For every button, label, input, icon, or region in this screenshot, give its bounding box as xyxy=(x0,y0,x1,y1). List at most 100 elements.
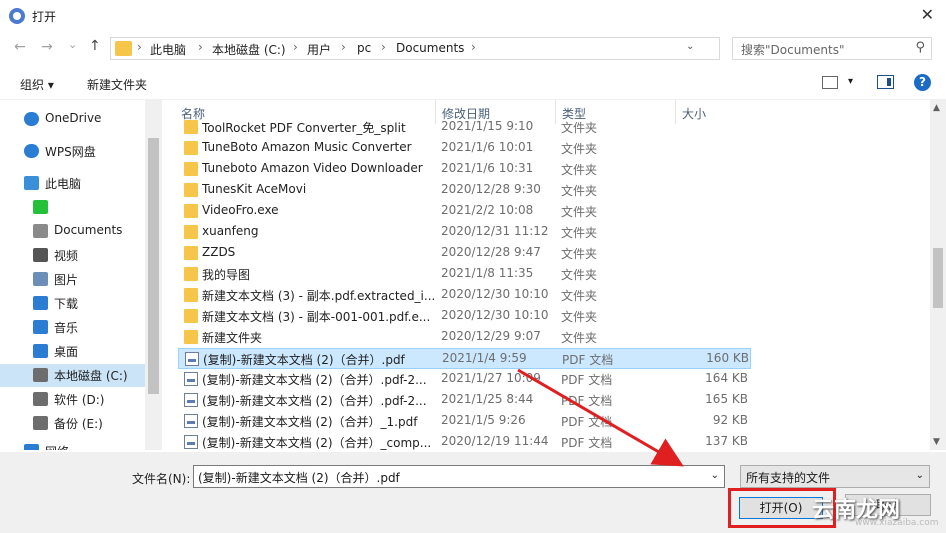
file-type: 文件夹 xyxy=(561,226,598,240)
sidebar-item-computer[interactable]: 此电脑 xyxy=(0,172,145,195)
file-row[interactable]: 我的导图 2021/1/8 11:35 文件夹 xyxy=(178,264,751,285)
pdf-file-icon xyxy=(185,352,199,366)
file-row[interactable]: ToolRocket PDF Converter_免_split 2021/1/1… xyxy=(178,117,751,138)
sidebar-item-network[interactable]: 网络 xyxy=(0,440,145,450)
sidebar-item-cloud[interactable]: OneDrive xyxy=(0,108,145,131)
sidebar-item-green-app[interactable] xyxy=(0,196,145,219)
sidebar-item-label: 此电脑 xyxy=(45,177,82,191)
open-button[interactable]: 打开(O) xyxy=(739,497,823,519)
help-icon[interactable]: ? xyxy=(914,74,931,91)
breadcrumb-separator[interactable]: › xyxy=(341,40,346,54)
file-type: 文件夹 xyxy=(561,184,598,198)
file-type-dropdown[interactable]: ⌄ xyxy=(916,470,924,481)
sidebar-item-wps-cloud[interactable]: WPS网盘 xyxy=(0,140,145,163)
file-row[interactable]: TunesKit AceMovi 2020/12/28 9:30 文件夹 xyxy=(178,180,751,201)
breadcrumb-separator[interactable]: › xyxy=(293,40,298,54)
filename-label: 文件名(N): xyxy=(132,472,191,486)
file-row[interactable]: 新建文本文档 (3) - 副本-001-001.pdf.e... 2020/12/… xyxy=(178,306,751,327)
file-name: 我的导图 xyxy=(202,268,251,282)
address-bar[interactable]: › 此电脑 › 本地磁盘 (C:) › 用户 › pc › Documents … xyxy=(110,37,819,60)
file-list-scrollbar[interactable]: ▲ ▼ xyxy=(930,100,946,450)
search-box[interactable]: 搜索"Documents" ⚲ xyxy=(732,37,932,60)
recent-locations-button[interactable]: ⌄ xyxy=(68,38,77,51)
sidebar-item-pictures[interactable]: 图片 xyxy=(0,268,145,291)
view-options-icon[interactable] xyxy=(822,76,838,89)
file-row[interactable]: xuanfeng 2020/12/31 11:12 文件夹 xyxy=(178,222,751,243)
sidebar-item-download[interactable]: 下载 xyxy=(0,292,145,315)
sidebar-item-label: 备份 (E:) xyxy=(54,417,103,431)
up-button[interactable]: ↑ xyxy=(89,38,101,54)
sidebar-item-drive[interactable]: 备份 (E:) xyxy=(0,412,145,435)
file-type-value[interactable]: 所有支持的文件 xyxy=(746,469,830,486)
sidebar-item-video[interactable]: 视频 xyxy=(0,244,145,267)
breadcrumb-separator[interactable]: › xyxy=(137,40,142,54)
file-row[interactable]: 新建文本文档 (3) - 副本.pdf.extracted_i... 2020/1… xyxy=(178,285,751,306)
file-row[interactable]: (复制)-新建文本文档 (2)（合并）.pdf 2021/1/4 9:59 PDF … xyxy=(178,348,751,369)
nav-scrollbar-thumb[interactable] xyxy=(148,138,159,394)
sidebar-item-drive-c[interactable]: 本地磁盘 (C:) xyxy=(0,364,145,387)
search-icon[interactable]: ⚲ xyxy=(915,40,925,55)
breadcrumb-local-disk[interactable]: 本地磁盘 (C:) xyxy=(212,41,286,58)
breadcrumb-users[interactable]: 用户 xyxy=(307,41,331,58)
back-button[interactable]: ← xyxy=(14,39,26,55)
view-dropdown[interactable]: ▾ xyxy=(848,76,853,87)
title-bar: 打开 ✕ xyxy=(0,0,946,32)
sort-caret-icon: ^ xyxy=(301,100,310,106)
file-row[interactable]: (复制)-新建文本文档 (2)（合并）_1.pdf 2021/1/5 9:26 PD… xyxy=(178,411,751,432)
search-input[interactable]: 搜索"Documents" xyxy=(741,41,844,58)
breadcrumb-separator[interactable]: › xyxy=(471,40,476,54)
pdf-file-icon xyxy=(184,435,198,449)
close-button[interactable]: ✕ xyxy=(921,5,934,24)
file-row[interactable]: (复制)-新建文本文档 (2)（合并）_comp... 2020/12/19 11… xyxy=(178,432,751,450)
filename-dropdown[interactable]: ⌄ xyxy=(711,470,719,481)
file-name: 新建文件夹 xyxy=(202,331,263,345)
file-row[interactable]: ZZDS 2020/12/28 9:47 文件夹 xyxy=(178,243,751,264)
sidebar-item-label: 桌面 xyxy=(54,345,79,359)
file-size: 160 KB xyxy=(706,351,749,365)
folder-icon xyxy=(184,120,198,134)
file-row[interactable]: (复制)-新建文本文档 (2)（合并）.pdf-2... 2021/1/27 10… xyxy=(178,369,751,390)
file-date: 2021/1/27 10:09 xyxy=(441,371,541,385)
breadcrumb-separator[interactable]: › xyxy=(198,40,203,54)
file-name: ZZDS xyxy=(202,245,236,259)
breadcrumb-separator[interactable]: › xyxy=(381,40,386,54)
new-folder-button[interactable]: 新建文件夹 xyxy=(87,76,147,93)
file-row[interactable]: 新建文件夹 2020/12/29 9:07 文件夹 xyxy=(178,327,751,348)
sidebar-item-desktop[interactable]: 桌面 xyxy=(0,340,145,363)
filename-value[interactable]: (复制)-新建文本文档 (2)（合并）.pdf xyxy=(198,469,400,486)
scroll-down-arrow[interactable]: ▼ xyxy=(933,437,940,447)
file-row[interactable]: Tuneboto Amazon Video Downloader 2021/1/6… xyxy=(178,159,751,180)
organize-button[interactable]: 组织 ▾ xyxy=(20,76,54,93)
scroll-up-arrow[interactable]: ▲ xyxy=(933,103,940,113)
breadcrumb-pc[interactable]: pc xyxy=(357,41,371,55)
breadcrumb-this-pc[interactable]: 此电脑 xyxy=(150,41,186,58)
file-name: TuneBoto Amazon Music Converter xyxy=(202,140,412,154)
file-row[interactable]: VideoFro.exe 2021/2/2 10:08 文件夹 xyxy=(178,201,751,222)
file-row[interactable]: (复制)-新建文本文档 (2)（合并）.pdf-2... 2021/1/25 8:… xyxy=(178,390,751,411)
folder-icon xyxy=(184,183,198,197)
file-name: VideoFro.exe xyxy=(202,203,279,217)
file-row[interactable]: TuneBoto Amazon Music Converter 2021/1/6 … xyxy=(178,138,751,159)
file-list-scrollbar-thumb[interactable] xyxy=(933,248,943,308)
window-title: 打开 xyxy=(32,10,57,24)
sidebar-item-documents[interactable]: Documents xyxy=(0,220,145,243)
filename-input[interactable]: (复制)-新建文本文档 (2)（合并）.pdf ⌄ xyxy=(193,465,725,488)
sidebar-item-drive[interactable]: 软件 (D:) xyxy=(0,388,145,411)
breadcrumb-documents[interactable]: Documents xyxy=(396,41,464,55)
forward-button[interactable]: → xyxy=(41,39,53,55)
file-type: PDF 文档 xyxy=(561,415,613,429)
sidebar-item-music[interactable]: 音乐 xyxy=(0,316,145,339)
file-type: 文件夹 xyxy=(561,289,598,303)
file-date: 2020/12/30 10:10 xyxy=(441,308,549,322)
address-dropdown[interactable]: ⌄ xyxy=(686,41,694,52)
file-size: 165 KB xyxy=(705,392,748,406)
preview-pane-icon[interactable] xyxy=(877,75,894,89)
nav-scrollbar[interactable] xyxy=(145,100,162,450)
music-icon xyxy=(33,320,48,334)
file-size: 164 KB xyxy=(705,371,748,385)
file-type: 文件夹 xyxy=(561,163,598,177)
file-type: 文件夹 xyxy=(561,310,598,324)
file-type-filter[interactable]: 所有支持的文件 ⌄ xyxy=(740,465,930,488)
folder-icon xyxy=(184,204,198,218)
folder-icon xyxy=(184,225,198,239)
